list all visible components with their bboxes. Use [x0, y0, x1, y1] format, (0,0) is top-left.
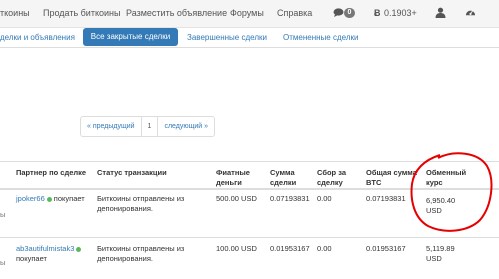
tab-deals-and-ads[interactable]: делки и объявления — [0, 33, 75, 42]
row1-fee: 0.00 — [317, 194, 332, 203]
row2-status-line1: Биткоины отправлены из — [97, 244, 185, 253]
header-fee-line1: Сбор за — [317, 168, 346, 177]
row2-rate-line2: USD — [426, 254, 442, 263]
row1-partner-link[interactable]: jpoker66 — [16, 194, 45, 203]
row2-amount: 0.01953167 — [270, 244, 310, 253]
pagination: « предыдущий 1 следующий » — [80, 116, 216, 137]
pager-current-page[interactable]: 1 — [142, 117, 159, 136]
user-icon[interactable] — [435, 7, 446, 18]
row2-fee: 0.00 — [317, 244, 332, 253]
nav-sell-link[interactable]: Продать биткоины — [43, 8, 120, 18]
header-fiat-line1: Фиатные — [216, 168, 250, 177]
nav-bitcoins-link[interactable]: ткоины — [0, 8, 30, 18]
pager-prev-button[interactable]: « предыдущий — [81, 117, 142, 136]
row2-total: 0.01953167 — [366, 244, 406, 253]
header-status: Статус транзакции — [97, 168, 167, 177]
row1-action: покупает — [53, 194, 85, 203]
row2-rate-line1: 5,119.89 — [426, 244, 455, 253]
row2-cut-text: ы — [0, 258, 6, 267]
table-row-partner: ab3autifulmistak3 — [16, 244, 83, 254]
tab-closed-deals[interactable]: Все закрытые сделки — [83, 28, 178, 46]
row2-action: покупает — [16, 254, 47, 263]
top-navbar: ткоины Продать биткоины Разместить объяв… — [0, 0, 499, 28]
nav-forums-link[interactable]: Форумы — [230, 8, 264, 18]
header-sum-line1: Сумма — [270, 168, 295, 177]
row1-fiat: 500.00 USD — [216, 194, 257, 203]
nav-help-link[interactable]: Справка — [277, 8, 312, 18]
table-row-partner: jpoker66 покупает — [16, 194, 85, 204]
messages-count-badge[interactable]: 0 — [344, 8, 355, 18]
row1-status-line1: Биткоины отправлены из — [97, 194, 185, 203]
row2-fiat: 100.00 USD — [216, 244, 257, 253]
row2-status-line2: депонирования. — [97, 254, 154, 263]
annotation-circle — [410, 152, 493, 232]
bitcoin-icon: Ƀ — [374, 8, 381, 18]
online-status-icon — [46, 196, 52, 202]
row1-amount: 0.07193831 — [270, 194, 310, 203]
chat-icon[interactable] — [333, 8, 344, 17]
header-total-line2: BTC — [366, 178, 382, 187]
dashboard-gauge-icon[interactable] — [465, 7, 476, 18]
header-fiat-line2: деньги — [216, 178, 242, 187]
tab-cancelled-deals[interactable]: Отмененные сделки — [283, 33, 358, 42]
nav-post-ad-link[interactable]: Разместить объявление — [126, 8, 227, 18]
tabs-divider — [0, 47, 499, 48]
header-sum-line2: сделки — [270, 178, 297, 187]
wallet-balance[interactable]: 0.1903+ — [384, 8, 417, 18]
row1-total: 0.07193831 — [366, 194, 406, 203]
row2-partner-link[interactable]: ab3autifulmistak3 — [16, 244, 74, 253]
row-divider — [0, 237, 499, 238]
header-partner: Партнер по сделке — [16, 168, 87, 177]
online-status-icon — [76, 246, 82, 252]
pager-next-button[interactable]: следующий » — [158, 117, 214, 136]
row1-cut-text: ы — [0, 210, 6, 219]
header-fee-line2: сделку — [317, 178, 343, 187]
tab-completed-deals[interactable]: Завершенные сделки — [187, 33, 267, 42]
row1-status-line2: депонирования. — [97, 204, 154, 213]
